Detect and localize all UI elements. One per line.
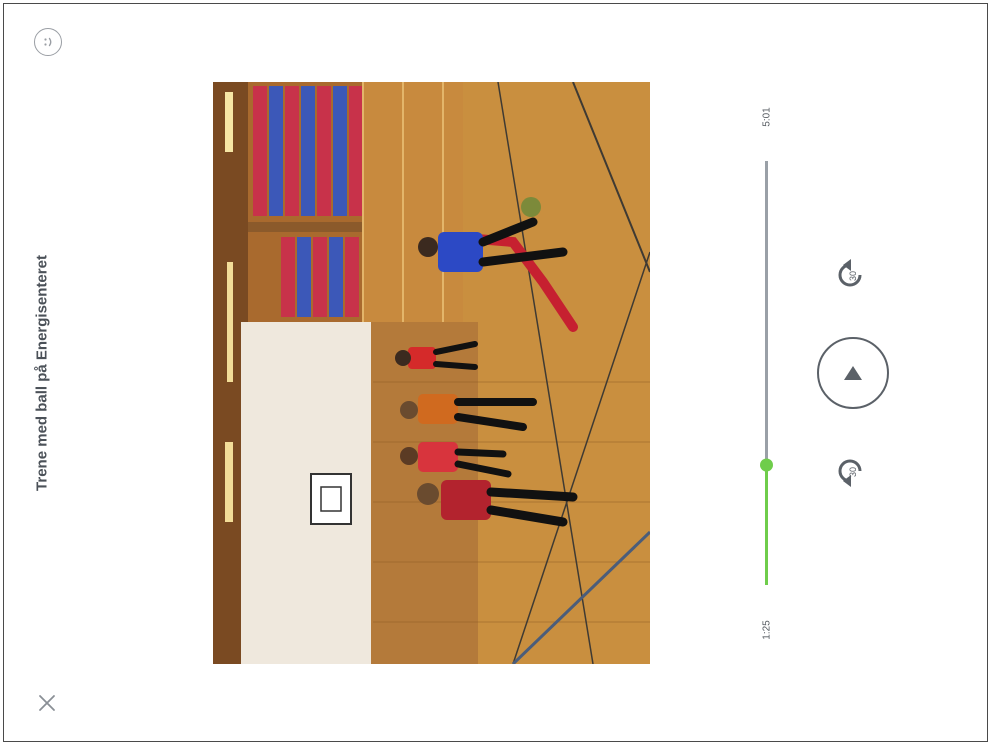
close-button[interactable] bbox=[36, 692, 58, 714]
svg-text:30: 30 bbox=[848, 271, 858, 281]
video-thumbnail bbox=[213, 82, 650, 664]
close-icon bbox=[39, 695, 55, 711]
smiley-face-icon bbox=[44, 37, 52, 47]
play-icon bbox=[844, 366, 862, 380]
time-total: 5:01 bbox=[761, 107, 773, 127]
skip-back-button[interactable]: 30 bbox=[832, 451, 872, 491]
time-current: 1:25 bbox=[761, 620, 773, 640]
progress-thumb[interactable] bbox=[760, 458, 773, 472]
progress-played bbox=[765, 465, 768, 585]
progress-track[interactable] bbox=[760, 161, 773, 585]
video-title: Trene med ball på Energisenteret bbox=[33, 255, 51, 491]
skip-back-30-icon: 30 bbox=[838, 459, 862, 487]
svg-text:30: 30 bbox=[848, 467, 858, 477]
video-frame[interactable] bbox=[213, 82, 650, 664]
play-button[interactable] bbox=[817, 337, 889, 409]
feedback-button[interactable] bbox=[34, 28, 62, 56]
skip-forward-button[interactable]: 30 bbox=[832, 255, 872, 295]
skip-forward-30-icon: 30 bbox=[838, 259, 862, 287]
